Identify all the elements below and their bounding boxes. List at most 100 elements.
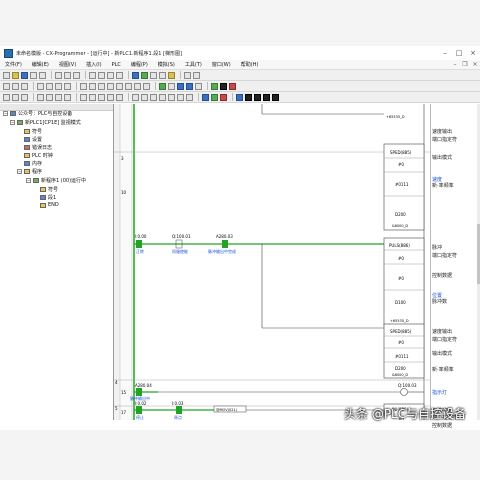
online-icon[interactable] <box>159 82 166 90</box>
tree-item-error-log[interactable]: 错误日志 <box>24 144 52 151</box>
cancel-edit-icon[interactable] <box>220 93 227 101</box>
print-preview-icon[interactable] <box>39 71 46 79</box>
compare-icon[interactable] <box>195 82 202 90</box>
differential-monitor-icon[interactable] <box>168 93 175 101</box>
tree-item-plc-clock[interactable]: PLC 时钟 <box>24 152 53 159</box>
sim-run-icon[interactable] <box>245 93 252 101</box>
zoom-out-icon[interactable] <box>12 82 19 90</box>
magnify-icon[interactable] <box>21 93 28 101</box>
force-off-icon[interactable] <box>141 93 148 101</box>
sim-pause-icon[interactable] <box>254 93 261 101</box>
new-horizontal-icon[interactable] <box>134 82 141 90</box>
grid-icon[interactable] <box>37 82 44 90</box>
contact-a280-04[interactable] <box>136 388 142 396</box>
collapse-icon[interactable]: − <box>3 111 8 116</box>
tree-program[interactable]: − 新程序1 (00)运行中 <box>26 177 86 184</box>
program-mode-icon[interactable] <box>229 82 236 90</box>
coil-q100-03[interactable] <box>400 388 408 396</box>
menu-view[interactable]: 视图(V) <box>54 61 81 68</box>
address-reference-icon[interactable] <box>159 71 166 79</box>
cut-icon[interactable] <box>55 71 62 79</box>
symbol-table-icon[interactable] <box>89 93 96 101</box>
data-trace-icon[interactable] <box>186 93 193 101</box>
copy-icon[interactable] <box>64 71 71 79</box>
project-tree-icon[interactable] <box>132 71 139 79</box>
tree-sub-section[interactable]: 段1 <box>40 194 56 201</box>
new-coil-icon[interactable] <box>107 82 114 90</box>
collapse-icon[interactable]: − <box>26 178 31 183</box>
zoom-fit-icon[interactable] <box>21 82 28 90</box>
child-close-icon[interactable]: × <box>470 61 480 68</box>
menu-plc[interactable]: PLC <box>107 62 126 68</box>
zoom-in-icon[interactable] <box>3 82 10 90</box>
collapse-icon[interactable]: − <box>17 169 22 174</box>
upload-icon[interactable] <box>186 82 193 90</box>
new-closed-coil-icon[interactable] <box>116 82 123 90</box>
menu-simulate[interactable]: 模拟(S) <box>153 61 180 68</box>
menu-help[interactable]: 帮助(H) <box>236 61 264 68</box>
force-cancel-icon[interactable] <box>150 93 157 101</box>
puls-block[interactable] <box>383 237 425 327</box>
properties-icon[interactable] <box>168 71 175 79</box>
stop-mode-icon[interactable] <box>220 82 227 90</box>
tree-item-programs[interactable]: − 程序 <box>17 168 42 175</box>
view-mnemonic-icon[interactable] <box>46 93 53 101</box>
new-instruction-icon[interactable] <box>143 82 150 90</box>
sim-step-icon[interactable] <box>263 93 270 101</box>
comment-icon[interactable] <box>46 82 53 90</box>
tree-item-symbols[interactable]: 符号 <box>24 128 42 135</box>
tree-sub-symbols[interactable]: 符号 <box>40 186 58 193</box>
tree-plc[interactable]: − 新PLC1[CP1E] 监视模式 <box>10 119 81 126</box>
tree-sub-end[interactable]: END <box>40 202 59 208</box>
download-icon[interactable] <box>177 82 184 90</box>
memory-icon[interactable] <box>116 93 123 101</box>
minimize-icon[interactable]: – <box>438 47 452 59</box>
online-edit-icon[interactable] <box>202 93 209 101</box>
rung-comment-icon[interactable] <box>55 82 62 90</box>
contact-a280-03[interactable] <box>222 240 228 248</box>
find-icon[interactable] <box>107 71 114 79</box>
set-value-icon[interactable] <box>159 93 166 101</box>
paste-icon[interactable] <box>73 71 80 79</box>
sped-block-1[interactable] <box>383 143 425 231</box>
sim-stop-icon[interactable] <box>272 93 279 101</box>
menu-program[interactable]: 编程(P) <box>126 61 153 68</box>
maximize-icon[interactable]: □ <box>452 47 466 59</box>
tree-root[interactable]: − 公众号：PLC与自控设备 <box>3 110 72 117</box>
monitoring-icon[interactable] <box>168 82 175 90</box>
child-minimize-icon[interactable]: – <box>450 61 460 68</box>
help-icon[interactable] <box>193 71 200 79</box>
open-folder-icon[interactable] <box>12 71 19 79</box>
new-vertical-icon[interactable] <box>125 82 132 90</box>
menu-insert[interactable]: 插入(I) <box>81 61 106 68</box>
time-chart-icon[interactable] <box>177 93 184 101</box>
menu-file[interactable]: 文件(F) <box>0 61 27 68</box>
io-table-icon[interactable] <box>98 93 105 101</box>
transfer-edit-icon[interactable] <box>211 93 218 101</box>
menu-tools[interactable]: 工具(T) <box>180 61 207 68</box>
section-icon[interactable] <box>80 93 87 101</box>
contact-i0-03[interactable] <box>176 406 182 414</box>
contact-i0-00[interactable] <box>136 240 142 248</box>
contact-i0-02[interactable] <box>136 406 142 414</box>
undo-icon[interactable] <box>89 71 96 79</box>
monitor-icon[interactable] <box>64 82 71 90</box>
menu-window[interactable]: 窗口(W) <box>207 61 236 68</box>
simulator-icon[interactable] <box>236 93 243 101</box>
view-sfc-icon[interactable] <box>64 93 71 101</box>
force-on-icon[interactable] <box>132 93 139 101</box>
menu-edit[interactable]: 编辑(E) <box>27 61 54 68</box>
cross-reference-icon[interactable] <box>184 71 191 79</box>
search-icon[interactable] <box>3 93 10 101</box>
new-closed-contact-icon[interactable] <box>98 82 105 90</box>
print-icon[interactable] <box>30 71 37 79</box>
redo-icon[interactable] <box>98 71 105 79</box>
tree-item-memory[interactable]: 内存 <box>24 160 42 167</box>
run-mode-icon[interactable] <box>211 82 218 90</box>
replace-icon[interactable] <box>116 71 123 79</box>
zoom-icon[interactable] <box>12 93 19 101</box>
close-icon[interactable]: × <box>466 47 480 59</box>
collapse-icon[interactable]: − <box>10 120 15 125</box>
view-ladder-icon[interactable] <box>37 93 44 101</box>
new-file-icon[interactable] <box>3 71 10 79</box>
